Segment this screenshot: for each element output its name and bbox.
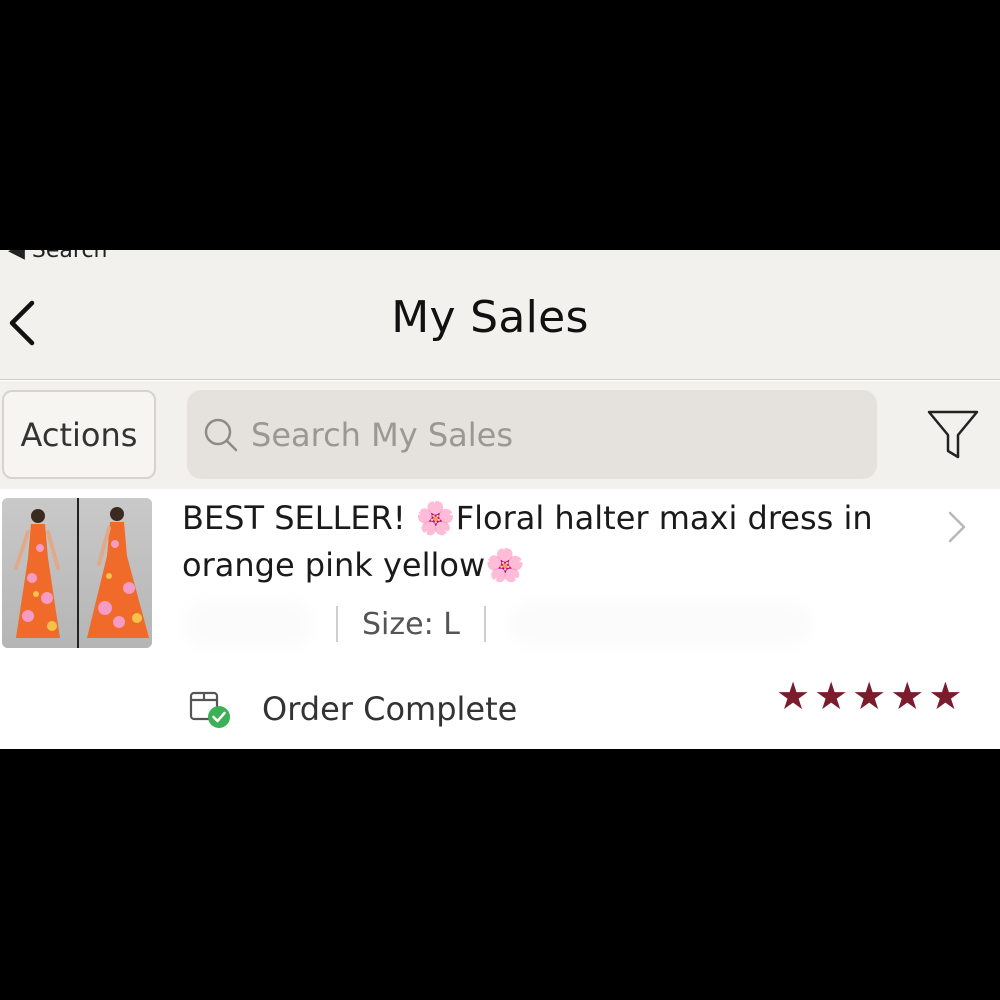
star-icon: ★ [852, 674, 887, 718]
order-status: Order Complete [188, 687, 517, 731]
product-photo-side [77, 498, 152, 648]
redacted-price [184, 601, 312, 647]
toolbar: Actions [0, 381, 1000, 489]
page-title: My Sales [391, 292, 589, 343]
meta-divider [483, 606, 486, 642]
nav-bar: ◀ Search My Sales [0, 250, 1000, 380]
star-icon: ★ [928, 674, 963, 718]
letterbox-bottom [0, 749, 1000, 1000]
order-status-text: Order Complete [262, 690, 518, 728]
listing-title[interactable]: BEST SELLER! 🌸Floral halter maxi dress i… [182, 495, 922, 589]
search-input[interactable] [251, 415, 851, 454]
listing-meta: Size: L [184, 599, 834, 649]
chevron-right-icon[interactable] [944, 509, 970, 545]
product-photo-front [2, 498, 77, 648]
package-check-icon [189, 691, 230, 728]
star-icon: ★ [776, 674, 811, 718]
filter-icon[interactable] [926, 407, 980, 463]
product-thumbnail[interactable] [2, 498, 152, 648]
search-icon [204, 418, 238, 451]
letterbox-top [0, 0, 1000, 250]
search-box[interactable] [187, 390, 877, 479]
status-back-link[interactable]: ◀ Search [8, 250, 108, 263]
meta-divider [336, 606, 338, 642]
redacted-info [509, 601, 810, 647]
size-label: Size: L [362, 606, 460, 642]
sale-list-item[interactable]: BEST SELLER! 🌸Floral halter maxi dress i… [0, 489, 1000, 749]
star-icon: ★ [890, 674, 925, 718]
actions-button[interactable]: Actions [2, 390, 156, 479]
star-icon: ★ [814, 674, 849, 718]
rating-stars: ★ ★ ★ ★ ★ [776, 677, 962, 715]
app-screen: ◀ Search My Sales Actions Search My Sale… [0, 250, 1000, 749]
